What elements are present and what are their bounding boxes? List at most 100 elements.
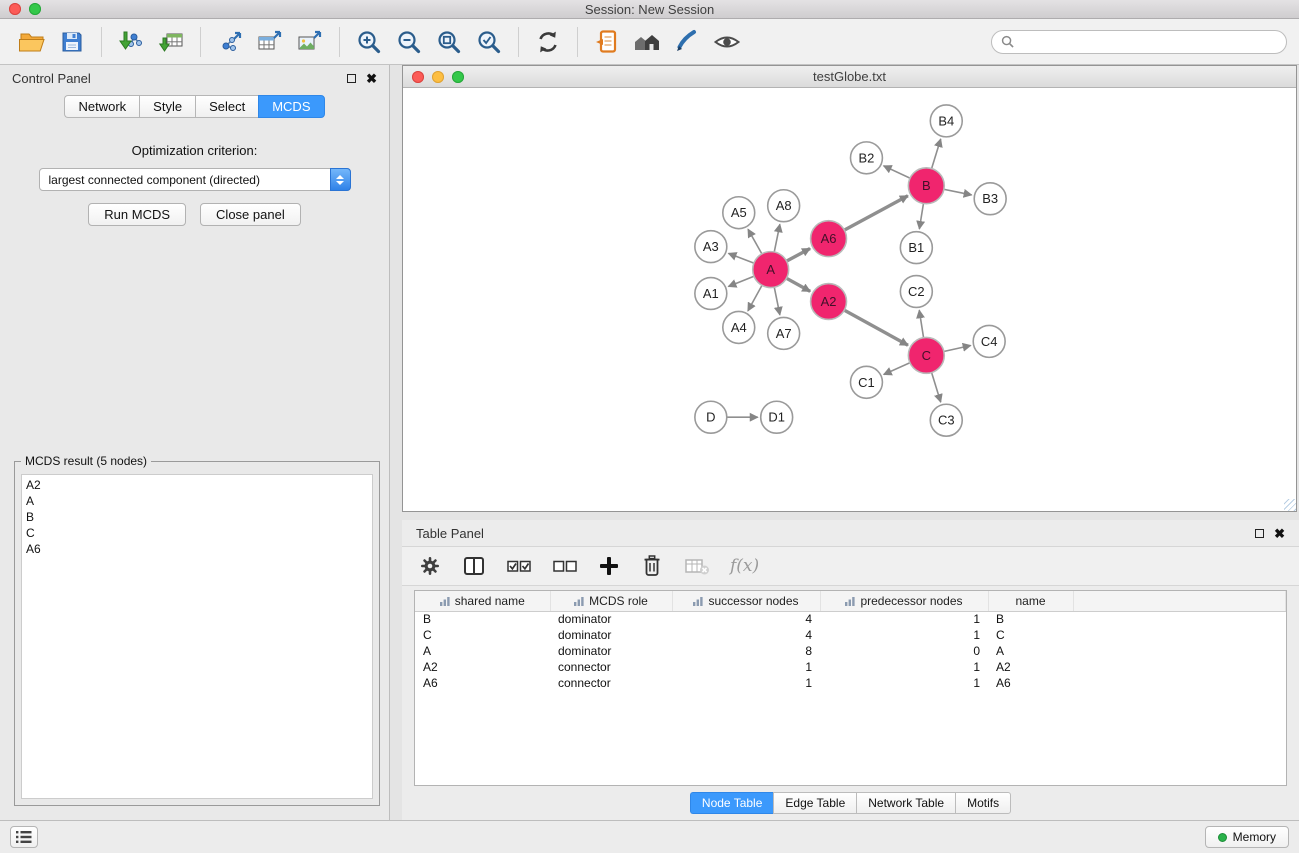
graph-node-A8[interactable]: A8 <box>768 190 800 222</box>
table-cell[interactable]: 0 <box>820 643 988 659</box>
table-row[interactable]: Adominator80A <box>415 643 1286 659</box>
show-hide-button[interactable] <box>707 23 747 61</box>
table-cell[interactable]: A <box>988 643 1073 659</box>
graphics-details-button[interactable] <box>667 23 707 61</box>
tab-network[interactable]: Network <box>64 95 139 118</box>
graph-node-A[interactable]: A <box>753 252 789 288</box>
column-header-predecessor-nodes[interactable]: predecessor nodes <box>820 591 988 611</box>
table-cell[interactable]: 8 <box>672 643 820 659</box>
graph-node-C4[interactable]: C4 <box>973 325 1005 357</box>
table-cell[interactable]: 1 <box>820 627 988 643</box>
table-cell[interactable]: dominator <box>550 611 672 627</box>
first-neighbors-button[interactable] <box>587 23 627 61</box>
graph-node-B1[interactable]: B1 <box>900 232 932 264</box>
table-cell[interactable]: 4 <box>672 611 820 627</box>
home-button[interactable] <box>627 23 667 61</box>
table-cell[interactable]: connector <box>550 675 672 691</box>
table-cell[interactable]: connector <box>550 659 672 675</box>
close-table-panel-icon[interactable]: ✖ <box>1274 527 1285 540</box>
search-field[interactable] <box>991 30 1287 54</box>
zoom-fit-button[interactable] <box>429 23 469 61</box>
table-cell[interactable]: B <box>988 611 1073 627</box>
export-table-button[interactable] <box>250 23 290 61</box>
table-row[interactable]: A6connector11A6 <box>415 675 1286 691</box>
graph-node-A4[interactable]: A4 <box>723 311 755 343</box>
open-session-button[interactable] <box>12 23 52 61</box>
run-mcds-button[interactable]: Run MCDS <box>88 203 186 226</box>
apply-layout-button[interactable] <box>528 23 568 61</box>
graph-node-B3[interactable]: B3 <box>974 183 1006 215</box>
optimization-criterion-dropdown[interactable]: largest connected component (directed) <box>39 168 351 191</box>
graph-node-D1[interactable]: D1 <box>761 401 793 433</box>
tab-edge-table[interactable]: Edge Table <box>773 792 856 814</box>
column-header-mcds-role[interactable]: MCDS role <box>550 591 672 611</box>
table-cell[interactable]: 4 <box>672 627 820 643</box>
unselect-all-columns-button[interactable] <box>552 551 578 581</box>
mcds-result-item[interactable]: C <box>26 525 368 541</box>
export-image-button[interactable] <box>290 23 330 61</box>
table-cell[interactable]: B <box>415 611 550 627</box>
close-panel-icon[interactable]: ✖ <box>366 72 377 85</box>
table-cell[interactable]: A2 <box>415 659 550 675</box>
column-header-name[interactable]: name <box>988 591 1073 611</box>
resize-grip[interactable] <box>1284 499 1296 511</box>
graph-node-A5[interactable]: A5 <box>723 197 755 229</box>
graph-node-B2[interactable]: B2 <box>850 142 882 174</box>
import-table-button[interactable] <box>151 23 191 61</box>
tab-mcds[interactable]: MCDS <box>258 95 324 118</box>
tab-network-table[interactable]: Network Table <box>856 792 955 814</box>
create-column-button[interactable] <box>598 551 620 581</box>
graph-node-C[interactable]: C <box>908 337 944 373</box>
graph-node-A2[interactable]: A2 <box>811 284 847 320</box>
table-cell[interactable]: A <box>415 643 550 659</box>
table-cell[interactable]: 1 <box>820 659 988 675</box>
graph-node-C1[interactable]: C1 <box>850 366 882 398</box>
table-row[interactable]: A2connector11A2 <box>415 659 1286 675</box>
graph-node-A3[interactable]: A3 <box>695 231 727 263</box>
close-panel-button[interactable]: Close panel <box>200 203 301 226</box>
table-row[interactable]: Cdominator41C <box>415 627 1286 643</box>
mcds-result-item[interactable]: B <box>26 509 368 525</box>
graph-node-C2[interactable]: C2 <box>900 276 932 308</box>
float-table-panel-icon[interactable] <box>1255 529 1264 538</box>
zoom-out-button[interactable] <box>389 23 429 61</box>
export-network-button[interactable] <box>210 23 250 61</box>
column-header-successor-nodes[interactable]: successor nodes <box>672 591 820 611</box>
tab-motifs[interactable]: Motifs <box>955 792 1011 814</box>
table-cell[interactable]: dominator <box>550 627 672 643</box>
network-canvas[interactable]: AA1A2A3A4A5A6A7A8BB1B2B3B4CC1C2C3C4DD1 <box>403 88 1296 511</box>
save-session-button[interactable] <box>52 23 92 61</box>
select-all-columns-button[interactable] <box>506 551 532 581</box>
table-cell[interactable]: 1 <box>672 675 820 691</box>
mcds-result-item[interactable]: A6 <box>26 541 368 557</box>
table-cell[interactable]: dominator <box>550 643 672 659</box>
table-row[interactable]: Bdominator41B <box>415 611 1286 627</box>
network-graph[interactable]: AA1A2A3A4A5A6A7A8BB1B2B3B4CC1C2C3C4DD1 <box>403 88 1296 511</box>
import-network-button[interactable] <box>111 23 151 61</box>
table-cell[interactable]: A6 <box>415 675 550 691</box>
mcds-result-item[interactable]: A <box>26 493 368 509</box>
zoom-selected-button[interactable] <box>469 23 509 61</box>
table-cell[interactable]: C <box>415 627 550 643</box>
mcds-result-item[interactable]: A2 <box>26 477 368 493</box>
delete-columns-button[interactable] <box>640 551 664 581</box>
zoom-in-button[interactable] <box>349 23 389 61</box>
graph-node-A6[interactable]: A6 <box>811 221 847 257</box>
table-cell[interactable]: C <box>988 627 1073 643</box>
dropdown-stepper-icon[interactable] <box>330 168 351 191</box>
search-input[interactable] <box>1019 35 1277 49</box>
table-cell[interactable]: A2 <box>988 659 1073 675</box>
tab-node-table[interactable]: Node Table <box>690 792 774 814</box>
delete-table-button[interactable] <box>684 551 710 581</box>
table-cell[interactable]: 1 <box>820 675 988 691</box>
tab-select[interactable]: Select <box>195 95 258 118</box>
table-cell[interactable]: 1 <box>672 659 820 675</box>
task-history-button[interactable] <box>10 826 38 848</box>
mcds-result-list[interactable]: A2ABCA6 <box>21 474 373 799</box>
column-header-shared-name[interactable]: shared name <box>415 591 550 611</box>
table-cell[interactable]: 1 <box>820 611 988 627</box>
graph-node-B4[interactable]: B4 <box>930 105 962 137</box>
graph-node-C3[interactable]: C3 <box>930 404 962 436</box>
memory-button[interactable]: Memory <box>1205 826 1289 848</box>
function-builder-button[interactable]: f(x) <box>730 551 759 581</box>
